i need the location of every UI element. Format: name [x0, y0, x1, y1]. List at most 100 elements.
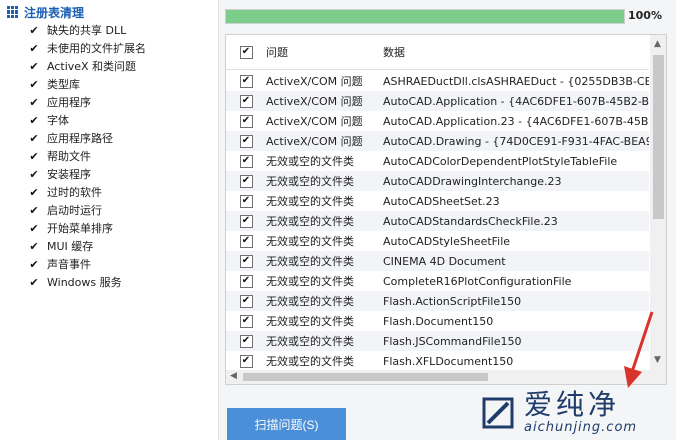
main-panel: 100% ✔ 问题 数据 ✔ ActiveX/COM 问题 ASHRAEDuctDl… [219, 0, 676, 440]
row-issue: ActiveX/COM 问题 [266, 75, 363, 88]
table-row[interactable]: ✔ 无效或空的文件类 AutoCADDrawingInterchange.23 [226, 171, 649, 191]
checkmark-icon[interactable]: ✔ [29, 204, 39, 217]
table-row[interactable]: ✔ ActiveX/COM 问题 AutoCAD.Application.23 - … [226, 111, 649, 131]
checkmark-icon[interactable]: ✔ [29, 168, 39, 181]
sidebar-item[interactable]: ✔ 声音事件 [29, 255, 146, 273]
row-issue: 无效或空的文件类 [266, 315, 354, 328]
table-row[interactable]: ✔ ActiveX/COM 问题 AutoCAD.Application - {4A… [226, 91, 649, 111]
table-row[interactable]: ✔ 无效或空的文件类 AutoCADSheetSet.23 [226, 191, 649, 211]
table-row[interactable]: ✔ 无效或空的文件类 AutoCADColorDependentPlotStyleT… [226, 151, 649, 171]
row-issue: 无效或空的文件类 [266, 255, 354, 268]
row-checkbox[interactable]: ✔ [239, 314, 253, 328]
row-checkbox[interactable]: ✔ [239, 334, 253, 348]
row-data: Flash.Document150 [383, 314, 494, 328]
row-data: AutoCAD.Drawing - {74D0CE91-F931-4FAC-BE… [383, 134, 649, 148]
checkmark-icon[interactable]: ✔ [29, 42, 39, 55]
sidebar-item[interactable]: ✔ 启动时运行 [29, 201, 146, 219]
checkmark-icon[interactable]: ✔ [29, 24, 39, 37]
row-issue: 无效或空的文件类 [266, 355, 354, 368]
sidebar-item[interactable]: ✔ 类型库 [29, 75, 146, 93]
row-issue: ActiveX/COM 问题 [266, 95, 363, 108]
sidebar-title[interactable]: 注册表清理 [7, 4, 84, 20]
sidebar-item[interactable]: ✔ 应用程序 [29, 93, 146, 111]
table-row[interactable]: ✔ ActiveX/COM 问题 ASHRAEDuctDll.clsASHRAEDu… [226, 71, 649, 91]
header-issue[interactable]: 问题 [266, 44, 383, 60]
row-data: Flash.ActionScriptFile150 [383, 294, 522, 308]
checkmark-icon[interactable]: ✔ [29, 240, 39, 253]
results-table: ✔ 问题 数据 ✔ ActiveX/COM 问题 ASHRAEDuctDll.cls… [225, 34, 667, 385]
row-checkbox[interactable]: ✔ [239, 214, 253, 228]
row-data: Flash.JSCommandFile150 [383, 334, 522, 348]
table-row[interactable]: ✔ 无效或空的文件类 Flash.JSCommandFile150 [226, 331, 649, 351]
red-arrow-icon [624, 311, 654, 388]
row-checkbox[interactable]: ✔ [239, 234, 253, 248]
vertical-scroll-thumb[interactable] [653, 55, 664, 219]
checkmark-icon[interactable]: ✔ [29, 258, 39, 271]
checkmark-icon[interactable]: ✔ [29, 276, 39, 289]
checkmark-icon[interactable]: ✔ [29, 150, 39, 163]
table-row[interactable]: ✔ ActiveX/COM 问题 AutoCAD.Drawing - {74D0CE… [226, 131, 649, 151]
row-issue: 无效或空的文件类 [266, 295, 354, 308]
row-issue: 无效或空的文件类 [266, 175, 354, 188]
sidebar-item[interactable]: ✔ 帮助文件 [29, 147, 146, 165]
row-checkbox[interactable]: ✔ [239, 354, 253, 368]
sidebar-item[interactable]: ✔ 缺失的共享 DLL [29, 21, 146, 39]
checkmark-icon[interactable]: ✔ [29, 186, 39, 199]
row-checkbox[interactable]: ✔ [239, 294, 253, 308]
horizontal-scrollbar[interactable]: ◀ [226, 370, 666, 384]
row-issue: 无效或空的文件类 [266, 235, 354, 248]
sidebar-item[interactable]: ✔ 开始菜单排序 [29, 219, 146, 237]
horizontal-scroll-thumb[interactable] [243, 373, 488, 381]
row-checkbox[interactable]: ✔ [239, 94, 253, 108]
checkmark-icon[interactable]: ✔ [29, 222, 39, 235]
table-row[interactable]: ✔ 无效或空的文件类 AutoCADStyleSheetFile [226, 231, 649, 251]
row-checkbox[interactable]: ✔ [239, 254, 253, 268]
scan-issues-button[interactable]: 扫描问题(S) [227, 408, 346, 440]
sidebar-item-label: 应用程序路径 [47, 132, 113, 145]
row-checkbox[interactable]: ✔ [239, 194, 253, 208]
sidebar-item[interactable]: ✔ 字体 [29, 111, 146, 129]
row-checkbox[interactable]: ✔ [239, 174, 253, 188]
select-all-checkbox[interactable]: ✔ [239, 45, 253, 59]
sidebar-item[interactable]: ✔ 安装程序 [29, 165, 146, 183]
table-row[interactable]: ✔ 无效或空的文件类 CompleteR16PlotConfigurationFil… [226, 271, 649, 291]
sidebar-item[interactable]: ✔ Windows 服务 [29, 273, 146, 291]
row-checkbox[interactable]: ✔ [239, 74, 253, 88]
sidebar-item[interactable]: ✔ ActiveX 和类问题 [29, 57, 146, 75]
table-row[interactable]: ✔ 无效或空的文件类 Flash.ActionScriptFile150 [226, 291, 649, 311]
sidebar-item[interactable]: ✔ 应用程序路径 [29, 129, 146, 147]
row-data: AutoCAD.Application - {4AC6DFE1-607B-45B… [383, 94, 649, 108]
row-data: AutoCADDrawingInterchange.23 [383, 174, 562, 188]
row-issue: ActiveX/COM 问题 [266, 115, 363, 128]
checkmark-icon[interactable]: ✔ [29, 78, 39, 91]
row-data: AutoCAD.Application.23 - {4AC6DFE1-607B-… [383, 114, 649, 128]
table-row[interactable]: ✔ 无效或空的文件类 Flash.Document150 [226, 311, 649, 331]
row-checkbox[interactable]: ✔ [239, 114, 253, 128]
sidebar-item[interactable]: ✔ MUI 缓存 [29, 237, 146, 255]
sidebar-item-label: 应用程序 [47, 96, 91, 109]
table-row[interactable]: ✔ 无效或空的文件类 AutoCADStandardsCheckFile.23 [226, 211, 649, 231]
row-issue: ActiveX/COM 问题 [266, 135, 363, 148]
checkmark-icon[interactable]: ✔ [29, 114, 39, 127]
row-checkbox[interactable]: ✔ [239, 154, 253, 168]
checkmark-icon[interactable]: ✔ [29, 60, 39, 73]
watermark: 爱纯净 aichunjing.com [478, 385, 676, 440]
table-row[interactable]: ✔ 无效或空的文件类 CINEMA 4D Document [226, 251, 649, 271]
sidebar-item-label: MUI 缓存 [47, 240, 94, 253]
row-checkbox[interactable]: ✔ [239, 274, 253, 288]
scroll-up-arrow-icon[interactable]: ▲ [654, 39, 661, 49]
row-issue: 无效或空的文件类 [266, 155, 354, 168]
header-data[interactable]: 数据 [383, 44, 649, 60]
row-checkbox[interactable]: ✔ [239, 134, 253, 148]
sidebar-item-label: 开始菜单排序 [47, 222, 113, 235]
row-data: ASHRAEDuctDll.clsASHRAEDuct - {0255DB3B-… [383, 74, 649, 88]
row-data: CINEMA 4D Document [383, 254, 506, 268]
sidebar-item[interactable]: ✔ 未使用的文件扩展名 [29, 39, 146, 57]
checkmark-icon[interactable]: ✔ [29, 132, 39, 145]
grid-icon [7, 6, 19, 18]
table-row[interactable]: ✔ 无效或空的文件类 Flash.XFLDocument150 [226, 351, 649, 371]
sidebar-item[interactable]: ✔ 过时的软件 [29, 183, 146, 201]
checkmark-icon[interactable]: ✔ [29, 96, 39, 109]
sidebar: 注册表清理 ✔ 缺失的共享 DLL ✔ 未使用的文件扩展名 ✔ ActiveX 和类问题 ✔… [0, 0, 219, 440]
scroll-left-arrow-icon[interactable]: ◀ [230, 371, 237, 381]
